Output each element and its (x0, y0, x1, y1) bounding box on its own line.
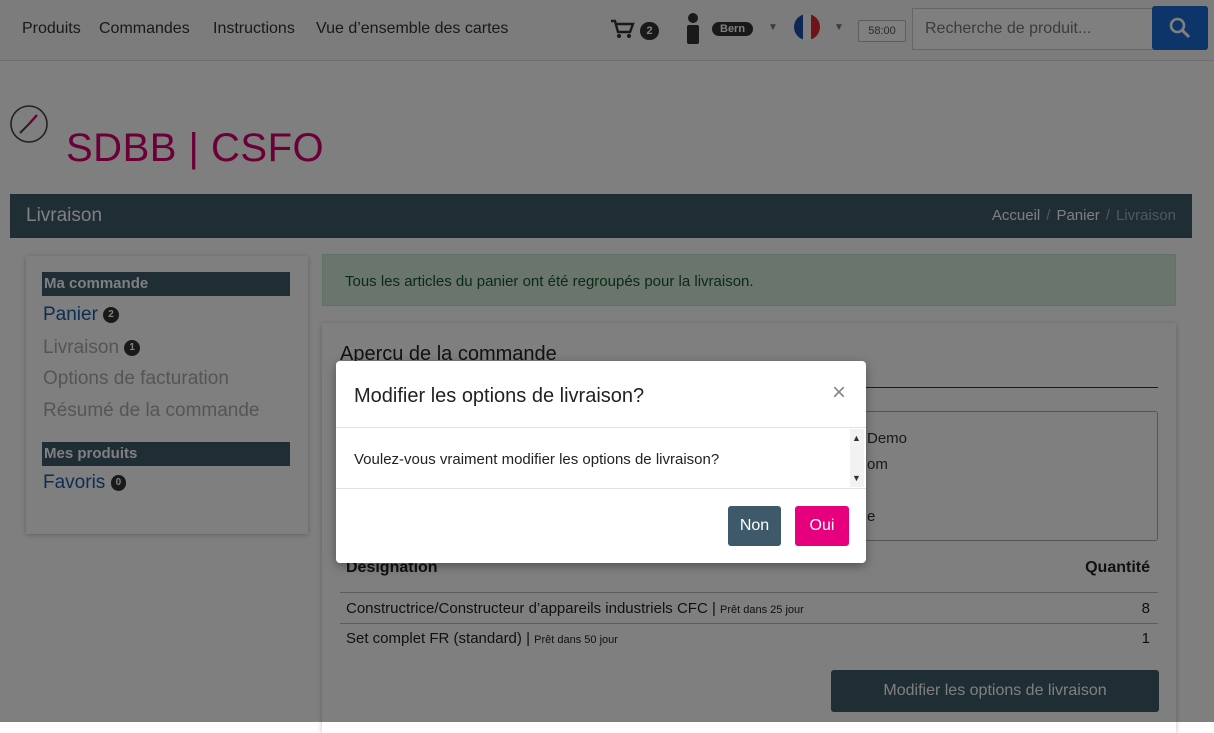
close-icon[interactable]: × (832, 379, 846, 407)
chevron-down-icon[interactable]: ▼ (852, 473, 861, 483)
modal-scrollbar[interactable]: ▲ ▼ (850, 429, 864, 487)
divider (336, 488, 866, 489)
modal-title: Modifier les options de livraison? (354, 385, 645, 407)
chevron-up-icon[interactable]: ▲ (852, 433, 861, 443)
yes-button[interactable]: Oui (795, 506, 849, 546)
modal-message: Voulez-vous vraiment modifier les option… (354, 451, 720, 468)
confirm-modal: Modifier les options de livraison? × Vou… (336, 361, 866, 563)
divider (336, 427, 866, 428)
no-button[interactable]: Non (728, 506, 781, 546)
